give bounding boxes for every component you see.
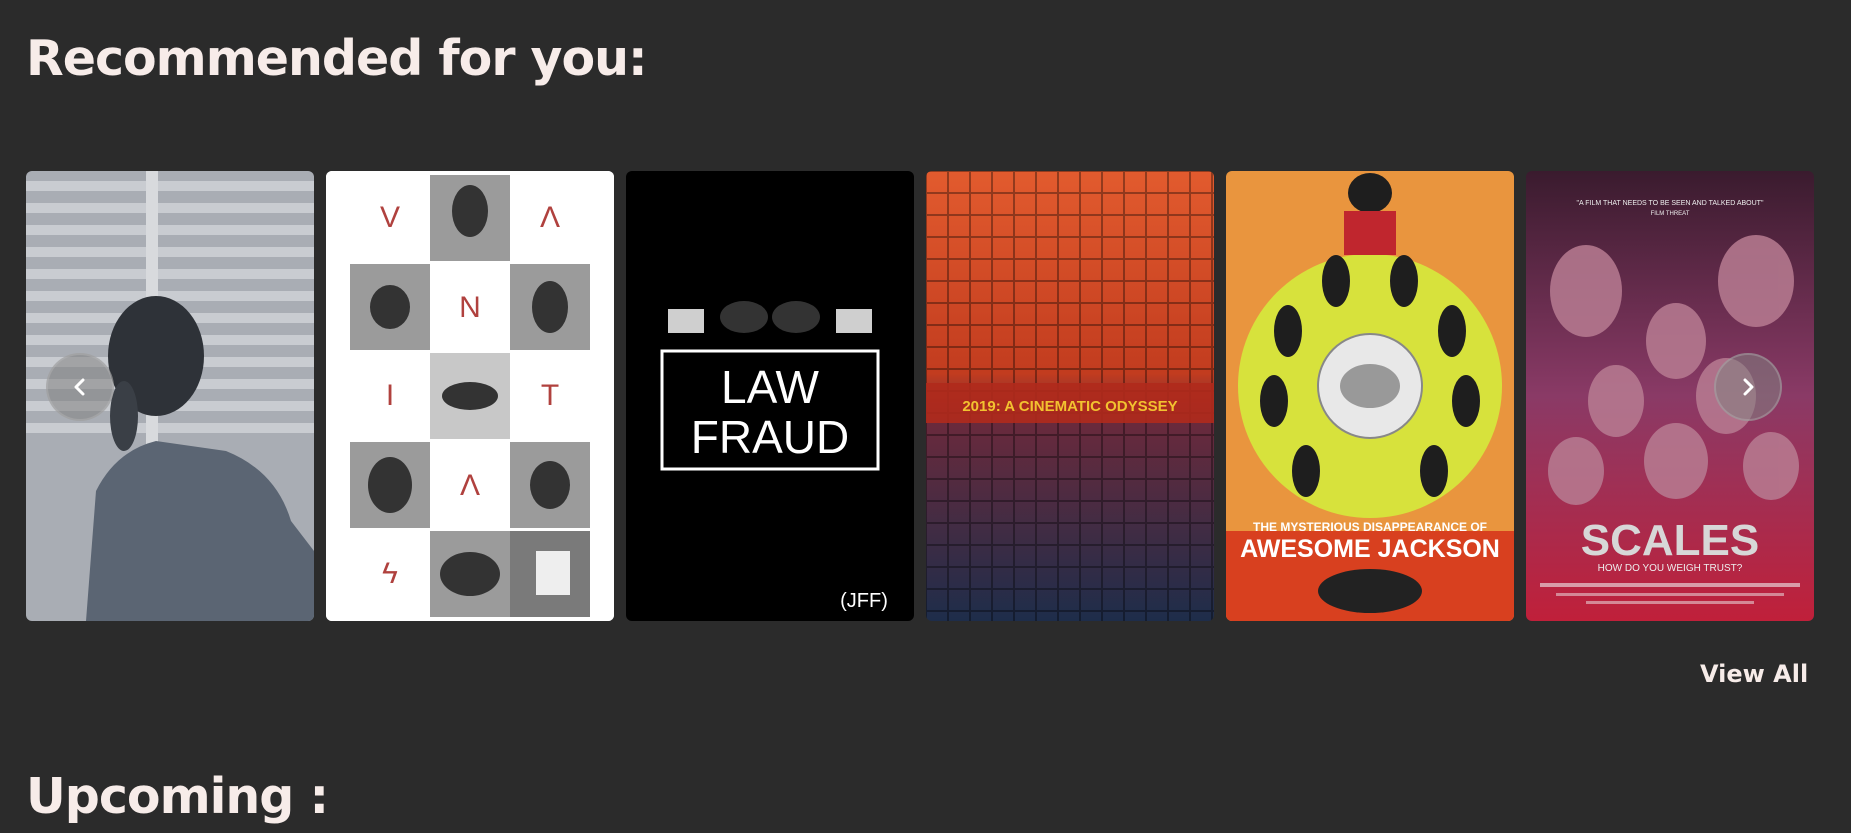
poster-title: 2019: A CINEMATIC ODYSSEY	[962, 398, 1177, 415]
recommended-heading: Recommended for you:	[26, 30, 648, 87]
svg-text:T: T	[541, 379, 559, 412]
carousel-prev-button[interactable]	[46, 353, 114, 421]
poster-title: SCALES	[1581, 516, 1759, 565]
festival-badge: (JFF)	[840, 590, 888, 612]
poster-image: LAW FRAUD (JFF)	[626, 171, 914, 621]
poster-card-vanitas[interactable]: V Λ N I T Λ ϟ	[326, 171, 614, 621]
svg-text:N: N	[459, 291, 481, 324]
poster-title-small: THE MYSTERIOUS DISAPPEARANCE OF	[1253, 520, 1487, 534]
poster-image: THE MYSTERIOUS DISAPPEARANCE OF AWESOME …	[1226, 171, 1514, 621]
svg-text:Λ: Λ	[540, 201, 560, 234]
carousel-next-button[interactable]	[1714, 353, 1782, 421]
poster-card-cinematic-odyssey[interactable]: 2019: A CINEMATIC ODYSSEY	[926, 171, 1214, 621]
poster-image: 2019: A CINEMATIC ODYSSEY	[926, 171, 1214, 621]
poster-title-line1: LAW	[721, 361, 820, 413]
poster-tagline-source: FILM THREAT	[1651, 211, 1690, 217]
poster-card-awesome-jackson[interactable]: THE MYSTERIOUS DISAPPEARANCE OF AWESOME …	[1226, 171, 1514, 621]
upcoming-heading: Upcoming :	[26, 768, 329, 825]
poster-title-line2: FRAUD	[691, 411, 849, 463]
svg-text:Λ: Λ	[460, 469, 480, 502]
svg-text:V: V	[380, 201, 400, 234]
poster-tagline: "A FILM THAT NEEDS TO BE SEEN AND TALKED…	[1577, 200, 1764, 207]
poster-subtitle: HOW DO YOU WEIGH TRUST?	[1598, 563, 1743, 574]
poster-title-large: AWESOME JACKSON	[1240, 535, 1500, 563]
poster-image: V Λ N I T Λ ϟ	[326, 171, 614, 621]
chevron-left-icon	[74, 378, 85, 396]
svg-text:ϟ: ϟ	[382, 557, 398, 590]
recommended-carousel: V Λ N I T Λ ϟ LAW FRAUD (JFF) 2019: A CI…	[26, 171, 1814, 621]
chevron-right-icon	[1743, 378, 1754, 396]
poster-card-law-fraud[interactable]: LAW FRAUD (JFF)	[626, 171, 914, 621]
view-all-link[interactable]: View All	[1700, 660, 1808, 688]
svg-text:I: I	[386, 379, 394, 412]
